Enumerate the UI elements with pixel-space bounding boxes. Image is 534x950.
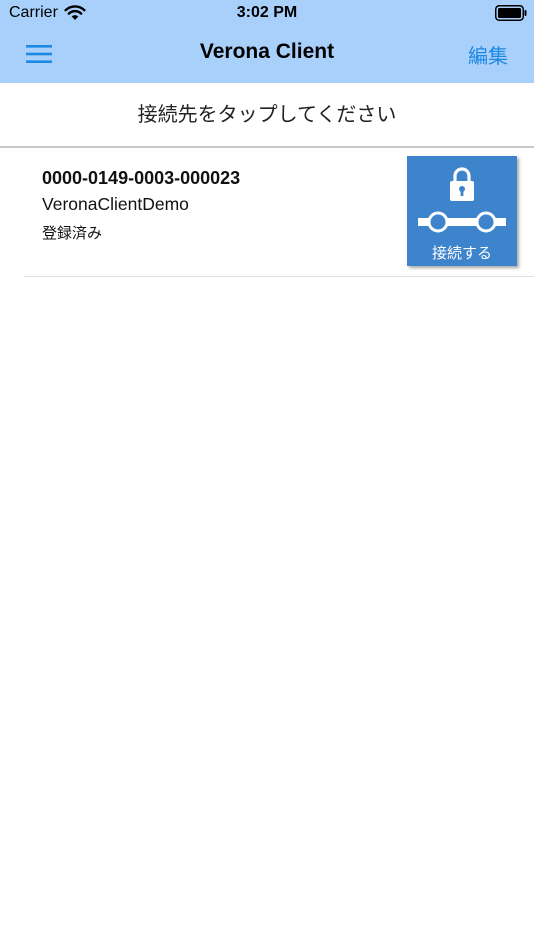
nav-bar: Verona Client 編集	[0, 28, 534, 83]
battery-icon	[495, 5, 527, 21]
instruction-text: 接続先をタップしてください	[0, 83, 534, 148]
connection-link-icon	[418, 211, 506, 233]
connection-status: 登録済み	[42, 224, 103, 242]
connection-id: 0000-0149-0003-000023	[42, 168, 241, 188]
header: Carrier 3:02 PM Verona Client 編集	[0, 0, 534, 83]
connect-button[interactable]: 接続する	[407, 156, 517, 266]
edit-button[interactable]: 編集	[468, 40, 508, 69]
page-title: Verona Client	[199, 40, 335, 63]
connection-list-item[interactable]: 0000-0149-0003-000023 VeronaClientDemo 登…	[24, 148, 534, 277]
lock-icon	[450, 167, 474, 201]
connection-name: VeronaClientDemo	[42, 194, 189, 214]
status-bar: Carrier 3:02 PM	[0, 0, 534, 28]
clock: 3:02 PM	[236, 4, 298, 21]
connect-button-label: 接続する	[431, 244, 492, 262]
